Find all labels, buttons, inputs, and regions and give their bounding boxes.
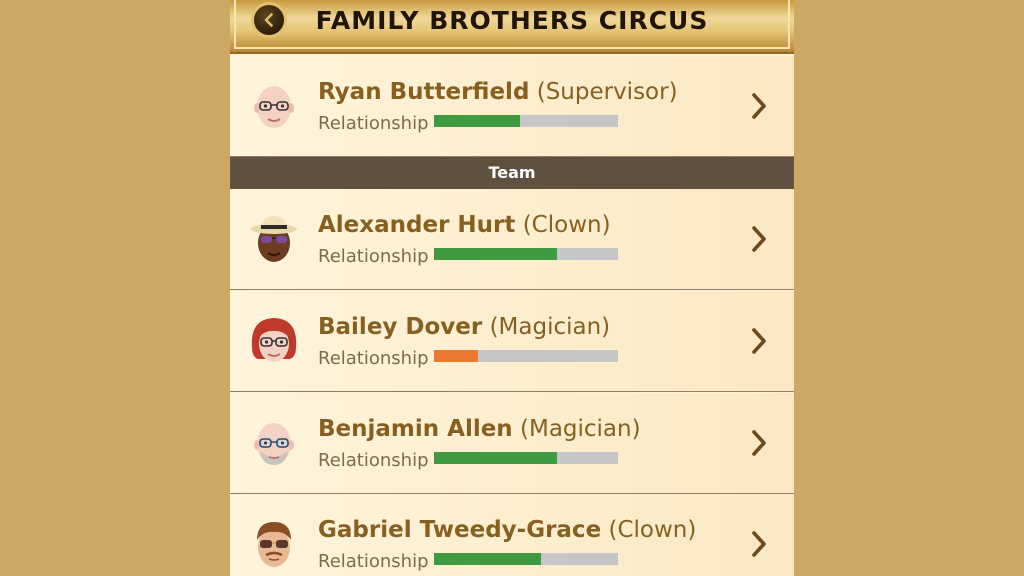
person-name: Benjamin Allen (318, 416, 513, 442)
chevron-left-icon (264, 13, 273, 27)
person-role: (Magician) (489, 314, 611, 340)
person-name: Alexander Hurt (318, 212, 516, 238)
relationship-bar-fill (434, 248, 558, 260)
section-header-team: Team (230, 157, 794, 189)
relationship-bar (434, 350, 618, 362)
relationship-label: Relationship (318, 113, 429, 134)
person-name: Gabriel Tweedy-Grace (318, 517, 602, 543)
person-role: (Magician) (520, 416, 641, 442)
relationship-bar (434, 115, 618, 127)
relationship-bar (434, 452, 618, 464)
relationship-label: Relationship (318, 348, 429, 369)
avatar-bailey-dover (251, 318, 297, 362)
chevron-right-icon[interactable] (748, 326, 770, 356)
relationship-bar-fill (434, 452, 558, 464)
chevron-right-icon[interactable] (748, 224, 770, 254)
back-button[interactable] (251, 2, 287, 38)
relationship-bar-fill (434, 115, 521, 127)
team-row-bailey-dover[interactable]: Bailey Dover (Magician) Relationship (230, 291, 794, 392)
person-role: (Clown) (608, 517, 697, 543)
relationship-label: Relationship (318, 450, 429, 471)
coworkers-panel: FAMILY BROTHERS CIRCUS Ryan Butterfield … (230, 0, 794, 576)
avatar-benjamin-allen (254, 423, 294, 465)
team-name-line: Gabriel Tweedy-Grace (Clown) (318, 516, 696, 544)
person-name: Ryan Butterfield (318, 79, 530, 105)
person-name: Bailey Dover (318, 314, 483, 340)
relationship-bar (434, 553, 618, 565)
relationship-bar (434, 248, 618, 260)
relationship-label: Relationship (318, 551, 429, 572)
team-row-gabriel-tweedy-grace[interactable]: Gabriel Tweedy-Grace (Clown) Relationshi… (230, 494, 794, 576)
header-bar: FAMILY BROTHERS CIRCUS (230, 0, 794, 54)
supervisor-name-line: Ryan Butterfield (Supervisor) (318, 78, 678, 106)
team-name-line: Alexander Hurt (Clown) (318, 211, 611, 239)
team-name-line: Bailey Dover (Magician) (318, 313, 610, 341)
avatar-ryan-butterfield (254, 86, 294, 128)
team-row-benjamin-allen[interactable]: Benjamin Allen (Magician) Relationship (230, 393, 794, 494)
relationship-label: Relationship (318, 246, 429, 267)
person-role: (Supervisor) (536, 79, 678, 105)
page-title: FAMILY BROTHERS CIRCUS (315, 6, 709, 35)
team-row-alexander-hurt[interactable]: Alexander Hurt (Clown) Relationship (230, 189, 794, 290)
chevron-right-icon[interactable] (748, 529, 770, 559)
supervisor-row[interactable]: Ryan Butterfield (Supervisor) Relationsh… (230, 56, 794, 157)
relationship-bar-fill (434, 553, 541, 565)
person-role: (Clown) (522, 212, 611, 238)
team-name-line: Benjamin Allen (Magician) (318, 415, 641, 443)
avatar-gabriel-tweedy-grace (257, 522, 291, 567)
avatar-alexander-hurt (251, 216, 297, 262)
relationship-bar-fill (434, 350, 479, 362)
chevron-right-icon[interactable] (748, 91, 770, 121)
chevron-right-icon[interactable] (748, 428, 770, 458)
